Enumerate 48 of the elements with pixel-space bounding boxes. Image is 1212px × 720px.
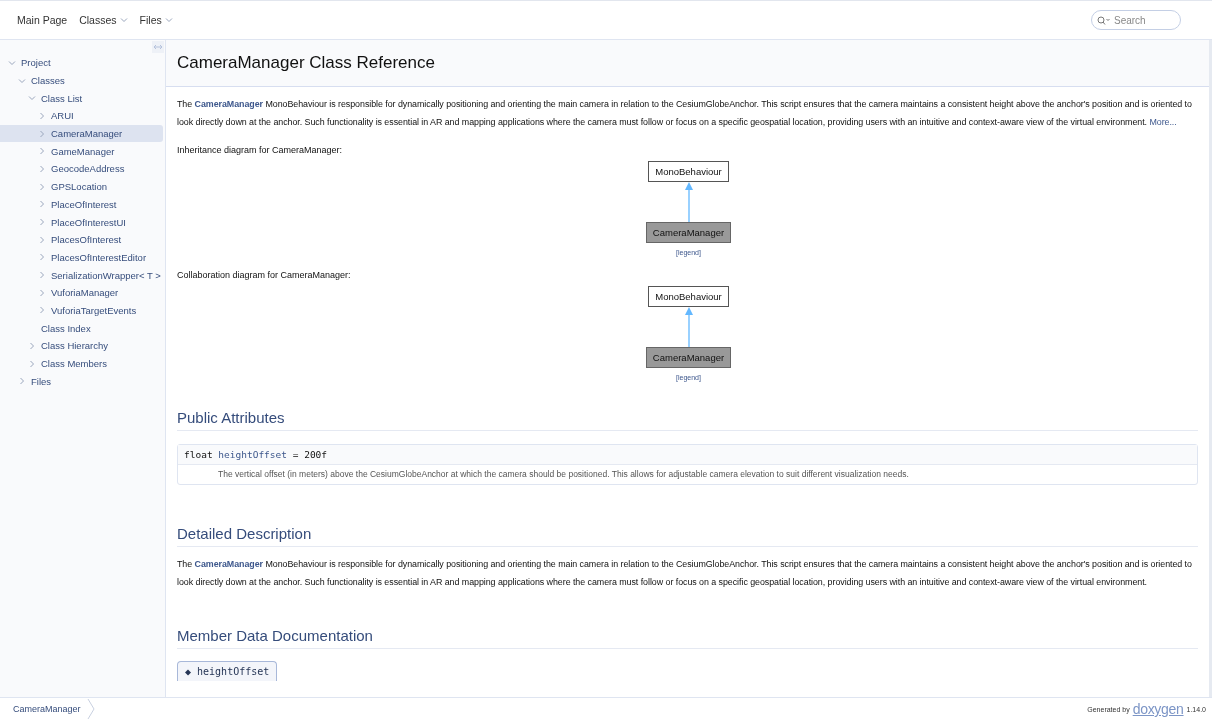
tree-item[interactable]: Files [0, 372, 163, 391]
tree-item[interactable]: Project [0, 54, 163, 72]
breadcrumb-separator-icon [86, 699, 95, 719]
resize-handle-icon[interactable] [152, 41, 164, 53]
tree-item[interactable]: ARUI [0, 107, 163, 125]
chevron-down-icon [164, 16, 173, 24]
member-initializer: = 200f [292, 449, 328, 460]
tree-item[interactable]: VuforiaManager [0, 283, 163, 302]
breadcrumb-item[interactable]: CameraManager [13, 704, 81, 714]
more-link[interactable]: More... [1149, 117, 1177, 127]
tree-item[interactable]: Class Members [0, 354, 163, 373]
class-node[interactable]: MonoBehaviour [648, 161, 729, 182]
diagram-caption: Inheritance diagram for CameraManager: [177, 145, 344, 155]
member-link[interactable]: heightOffset [218, 449, 287, 460]
tree-item[interactable]: Class List [0, 89, 163, 108]
page-title: CameraManager Class Reference [177, 53, 435, 73]
section-heading: Detailed Description [177, 525, 1198, 547]
member-type: float [184, 449, 213, 460]
class-node[interactable]: MonoBehaviour [648, 286, 729, 307]
tree-item[interactable]: GPSLocation [0, 177, 163, 196]
tree-item[interactable]: PlacesOfInterest [0, 230, 163, 249]
tree-item[interactable]: Class Index [0, 319, 163, 337]
inheritance-arrow [683, 307, 694, 347]
member-title: ◆ heightOffset [177, 661, 278, 681]
class-node: CameraManager [645, 222, 732, 243]
member-description: The vertical offset (in meters) above the CesiumGlobeAnchor at which the camera should be positioned. This allows for adjustable camera elevation to suit different visualization needs. [218, 469, 909, 479]
section-heading: Member Data Documentation [177, 627, 1198, 649]
menu-item[interactable]: Classes [79, 14, 128, 26]
menu-item[interactable]: Files [139, 14, 173, 26]
tree-item[interactable]: SerializationWrapper< T > [0, 266, 163, 284]
detailed-description: The CameraManager MonoBehaviour is responsible for dynamically positioning and orienting the main camera in relation to the CesiumGlobeAnchor. This script ensures that the camera maintains a consistent height above the anchor's position and is oriented to look directly down at the anchor. Such functionality is essential in AR and mapping applications where the camera must follow or focus on a specific geospatial location, providing users with an intuitive and context-aware view of the virtual environment. [177, 558, 1193, 589]
tree-item[interactable]: PlaceOfInterestUI [0, 213, 163, 231]
tree-item[interactable]: PlacesOfInterestEditor [0, 248, 163, 267]
menu-item[interactable]: Main Page [17, 14, 68, 26]
tree-item[interactable]: GeocodeAddress [0, 160, 163, 178]
tree-item[interactable]: GameManager [0, 142, 163, 161]
tree-item[interactable]: VuforiaTargetEvents [0, 301, 163, 320]
diagram-caption: Collaboration diagram for CameraManager: [177, 270, 352, 280]
section-heading: Public Attributes [177, 409, 1198, 431]
tree-item[interactable]: Class Hierarchy [0, 337, 163, 355]
class-node: CameraManager [645, 347, 732, 368]
chevron-down-icon [119, 16, 128, 24]
inheritance-arrow [683, 182, 694, 222]
tree-item[interactable]: PlaceOfInterest [0, 195, 163, 214]
brief-description: The CameraManager MonoBehaviour is responsible for dynamically positioning and orienting the main camera in relation to the CesiumGlobeAnchor. This script ensures that the camera maintains a consistent height above the anchor's position and is oriented to look directly down at the anchor. Such functionality is essential in AR and mapping applications where the camera must follow or focus on a specific geospatial location, providing users with an intuitive and context-aware view of the virtual environment. More... [177, 98, 1193, 129]
tree-item[interactable]: Classes [0, 71, 163, 90]
search-field[interactable]: Search [1091, 10, 1181, 30]
tree-item[interactable]: CameraManager [0, 124, 163, 143]
